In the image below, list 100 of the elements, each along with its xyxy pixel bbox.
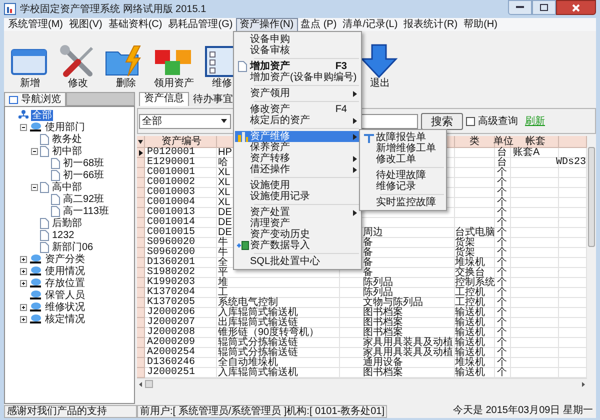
menu-item[interactable]: 待处理故障 <box>361 170 445 181</box>
expand-toggle[interactable] <box>20 280 27 286</box>
menu-bar-item[interactable]: 视图(V) <box>66 18 106 30</box>
column-header[interactable]: 类 <box>455 136 495 148</box>
table-cell: C0010014 <box>145 218 217 228</box>
toolbar-button[interactable]: 删除 <box>102 44 150 90</box>
table-cell: 个 <box>495 228 511 238</box>
folder-icon <box>29 278 42 288</box>
expand-toggle[interactable] <box>20 256 27 262</box>
menu-item[interactable]: 资产领用 <box>235 88 360 99</box>
maximize-button[interactable] <box>532 0 556 15</box>
page-icon <box>40 230 49 240</box>
folder-icon <box>29 254 42 264</box>
tree-item[interactable]: 新部门06 <box>51 242 94 252</box>
table-cell: 个 <box>495 318 511 328</box>
menu-bar-item[interactable]: 资产操作(N) <box>236 18 298 32</box>
tab[interactable]: 资产信息 <box>139 92 189 106</box>
tree-item[interactable]: 教务处 <box>51 134 83 144</box>
dropdown-arrow-icon <box>221 119 227 123</box>
table-cell: 通用设备 <box>340 358 455 368</box>
toolbar-button[interactable]: 修改 <box>54 44 102 90</box>
tree-item[interactable]: 全部 <box>31 110 53 120</box>
table-cell: 个 <box>495 168 511 178</box>
column-header[interactable]: 资产编号 <box>145 136 217 148</box>
menu-bar-item[interactable]: 报表统计(R) <box>400 18 461 30</box>
tree-item[interactable]: 初中部 <box>51 146 83 156</box>
menu-item[interactable]: 资产维修 <box>235 131 360 142</box>
menu-item[interactable]: 增加资产 F3 <box>235 61 360 72</box>
table-cell: A2000209 <box>145 338 217 348</box>
tree-item[interactable]: 高二92班 <box>62 194 106 204</box>
page-icon <box>51 206 60 216</box>
menu-item[interactable]: 维修记录 <box>361 181 445 192</box>
menu-bar-item[interactable]: 盘点 (P) <box>298 18 340 30</box>
table-cell: C0010002 <box>145 178 217 188</box>
page-icon <box>51 170 60 180</box>
tree-item[interactable]: 初一66班 <box>62 170 106 180</box>
table-cell: 堆 <box>217 278 340 288</box>
tree-item[interactable]: 保管人员 <box>44 290 86 300</box>
row-indicator[interactable] <box>137 148 145 158</box>
navigator-tab[interactable]: 导航浏览 <box>4 92 66 106</box>
scroll-thumb[interactable] <box>145 380 153 388</box>
expand-toggle[interactable] <box>20 304 27 310</box>
table-cell <box>511 198 559 208</box>
expand-toggle[interactable] <box>20 124 27 130</box>
tree-item[interactable]: 维修状况 <box>44 302 86 312</box>
expand-toggle[interactable] <box>31 184 38 190</box>
table-cell <box>511 348 559 358</box>
table-cell: 堆垛机 <box>455 358 495 368</box>
table-cell: 个 <box>495 278 511 288</box>
tree-item[interactable]: 高一113班 <box>62 206 110 216</box>
menu-item[interactable]: 故障报告单 <box>361 132 445 143</box>
toolbar-button[interactable]: 新增 <box>6 44 54 90</box>
menu-item[interactable]: 设备申购 <box>235 34 360 45</box>
table-cell: J2000206 <box>145 308 217 318</box>
expand-toggle[interactable] <box>20 316 27 322</box>
close-button[interactable] <box>556 0 596 15</box>
tree-item[interactable]: 核定情况 <box>44 314 86 324</box>
tree-item[interactable]: 初一68班 <box>62 158 106 168</box>
tree-item[interactable]: 使用部门 <box>44 122 86 132</box>
menu-item[interactable]: 修改资产 F4 <box>235 104 360 115</box>
tree-item[interactable]: 使用情况 <box>44 266 86 276</box>
tree-item[interactable]: 资产分类 <box>44 254 86 264</box>
toolbar-button[interactable]: 领用资产 <box>150 44 198 90</box>
page-icon <box>51 158 60 168</box>
table-cell: 个 <box>495 358 511 368</box>
tree-item[interactable]: 1232 <box>51 230 76 240</box>
column-header[interactable]: 单位 <box>495 136 511 148</box>
advanced-checkbox[interactable] <box>466 116 475 126</box>
scroll-right-icon <box>582 382 585 386</box>
scroll-thumb[interactable] <box>588 147 595 247</box>
tree-item[interactable]: 存放位置 <box>44 278 86 288</box>
table-cell: 控制系统 <box>455 278 495 288</box>
menu-bar-item[interactable]: 易耗品管理(G) <box>165 18 236 30</box>
menu-item[interactable]: 资产数据导入 <box>235 240 360 251</box>
tree-item[interactable]: 高中部 <box>51 182 83 192</box>
table-cell <box>511 218 559 228</box>
menu-item[interactable]: 核定后的资产 <box>235 115 360 126</box>
table-cell: D1360246 <box>145 358 217 368</box>
table-cell: 个 <box>495 248 511 258</box>
expand-toggle[interactable] <box>31 148 38 154</box>
menu-bar-item[interactable]: 系统管理(M) <box>5 18 66 30</box>
page-icon <box>40 242 49 252</box>
table-cell: 陈列品 <box>340 278 455 288</box>
table-cell: 图书档案 <box>340 328 455 338</box>
search-button[interactable]: 搜索 <box>421 112 463 130</box>
menu-bar-item[interactable]: 帮助(H) <box>460 18 500 30</box>
menu-bar-item[interactable]: 清单/记录(L) <box>340 18 401 30</box>
table-cell <box>511 248 559 258</box>
table-cell: S0960020 <box>145 238 217 248</box>
menu-item[interactable]: 新增维修工单 <box>361 143 445 154</box>
table-cell: J2000207 <box>145 318 217 328</box>
tree-item[interactable]: 后勤部 <box>51 218 83 228</box>
table-cell <box>511 188 559 198</box>
expand-toggle[interactable] <box>20 268 27 274</box>
minimize-button[interactable] <box>508 0 532 15</box>
menu-bar-item[interactable]: 基础资料(C) <box>105 18 166 30</box>
menu-item[interactable]: 实时监控故障 <box>361 197 445 208</box>
scope-dropdown[interactable]: 全部 <box>139 114 231 128</box>
menu-item[interactable]: 修改工单 <box>361 154 445 165</box>
column-menu-icon[interactable] <box>138 140 143 144</box>
